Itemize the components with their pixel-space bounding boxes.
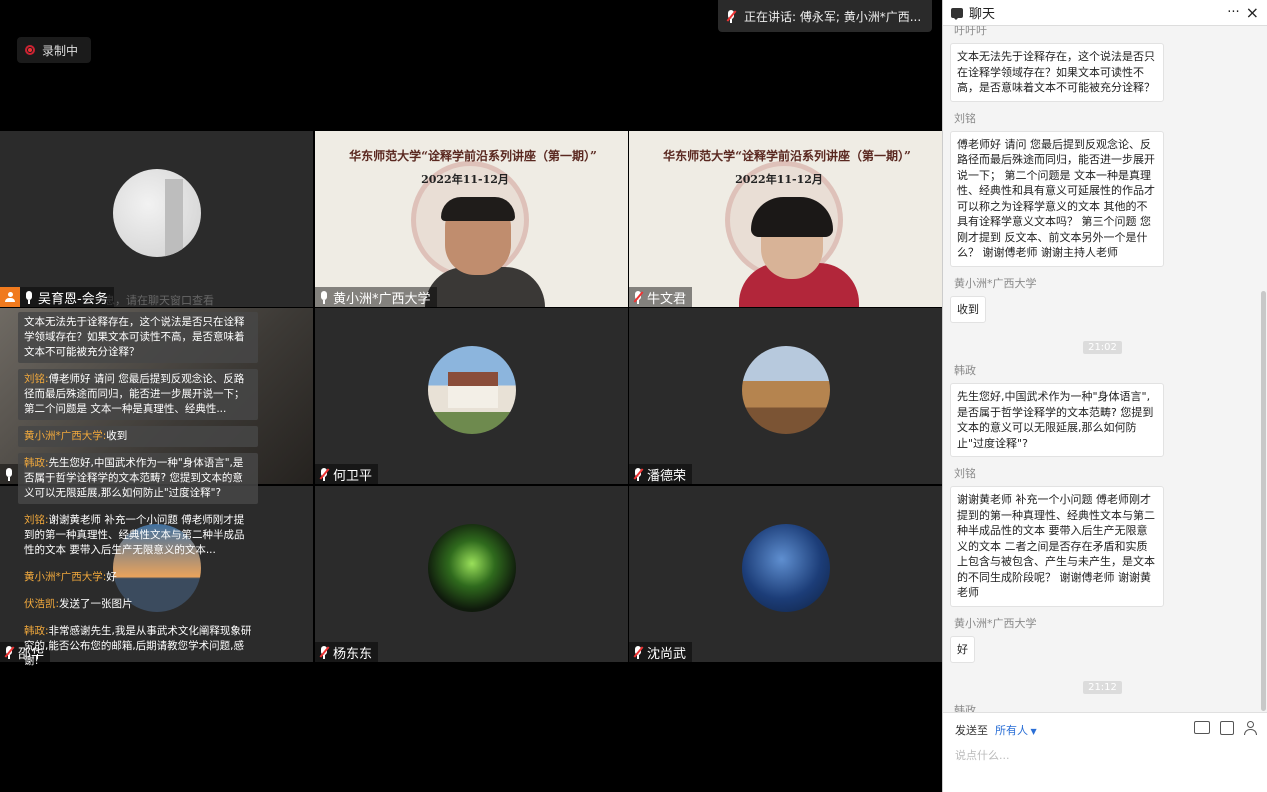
video-tile[interactable]: 杨东东 <box>315 486 628 662</box>
nametag: 黄小洲*广西大学 <box>315 287 437 307</box>
overlay-message: 刘铭:傅老师好 请问 您最后提到反观念论、反路径而最后殊途而同归，能否进一步展开… <box>18 369 258 420</box>
slide-date: 2022年11-12月 <box>735 173 823 186</box>
message-bubble: 傅老师好 请问 您最后提到反观念论、反路径而最后殊途而同归，能否进一步展开说一下… <box>950 130 1164 267</box>
avatar <box>742 524 830 612</box>
overlay-message: 伏浩凯:发送了一张图片 <box>24 598 133 610</box>
participant-name: 吴育恩-会务 <box>38 291 108 307</box>
avatar <box>428 524 516 612</box>
message-sender: 吁吁吁 <box>954 26 987 37</box>
video-area: 录制中 正在讲话: 傅永军; 黄小洲*广西... 息，请在聊天窗口查看 吴育恩-… <box>0 0 942 792</box>
overlay-message: 黄小洲*广西大学:收到 <box>18 426 258 447</box>
avatar <box>428 346 516 434</box>
overlay-chat: 文本无法先于诠释存在，这个说法是否只在诠释学领域存在？如果文本可读性不高，是否意… <box>18 312 258 678</box>
video-tile[interactable]: 沈尚武 <box>629 486 942 662</box>
recording-label: 录制中 <box>42 43 79 58</box>
screenshot-icon[interactable] <box>1220 721 1234 735</box>
send-to-value[interactable]: 所有人 <box>995 724 1028 737</box>
participant-name: 牛文君 <box>647 291 687 307</box>
slide-title: 华东师范大学“诠释学前沿系列讲座（第一期）” <box>349 149 597 163</box>
chat-title: 聊天 <box>969 7 996 22</box>
message-timestamp: 21:12 <box>950 675 1255 694</box>
user-icon[interactable] <box>1244 721 1262 735</box>
speaker-video <box>425 197 545 307</box>
mic-icon <box>24 290 34 304</box>
folder-icon[interactable] <box>1194 721 1210 734</box>
overlay-message: 韩政:先生您好,中国武术作为一种"身体语言",是否属于哲学诠释学的文本范畴? 您… <box>18 453 258 504</box>
nametag: 何卫平 <box>315 464 379 484</box>
video-tile[interactable]: 何卫平 <box>315 308 628 484</box>
mic-icon <box>319 290 329 304</box>
more-options-button[interactable]: ··· <box>1227 5 1239 20</box>
overlay-message: 黄小洲*广西大学:好 <box>24 571 117 583</box>
message-sender: 黄小洲*广西大学 <box>954 616 1037 630</box>
participant-name: 潘德荣 <box>647 468 687 484</box>
participant-name: 沈尚武 <box>647 646 687 662</box>
send-to-label: 发送至 <box>955 724 988 737</box>
message-bubble: 先生您好,中国武术作为一种"身体语言",是否属于哲学诠释学的文本范畴? 您提到文… <box>950 383 1164 457</box>
overlay-message: 文本无法先于诠释存在，这个说法是否只在诠释学领域存在？如果文本可读性不高，是否意… <box>18 312 258 363</box>
chat-compose: 发送至 所有人 ▼ 说点什么... <box>943 712 1267 792</box>
nametag: 沈尚武 <box>629 642 693 662</box>
participant-name: 杨东东 <box>333 646 373 662</box>
message-bubble: 文本无法先于诠释存在，这个说法是否只在诠释学领域存在？如果文本可读性不高，是否意… <box>950 43 1164 102</box>
record-icon <box>25 45 35 55</box>
message-sender: 韩政 <box>954 364 976 377</box>
overlay-message: 韩政:非常感谢先生,我是从事武术文化阐释现象研究的,能否公布您的邮箱,后期请教您… <box>24 625 252 667</box>
chat-icon <box>951 7 963 20</box>
video-tile[interactable]: 华东师范大学“诠释学前沿系列讲座（第一期）” 2022年11-12月 黄小洲*广… <box>315 131 628 307</box>
nametag: 潘德荣 <box>629 464 693 484</box>
mic-off-icon <box>633 290 644 304</box>
nametag: 杨东东 <box>315 642 379 662</box>
avatar <box>113 169 201 257</box>
message-timestamp: 21:02 <box>950 335 1255 354</box>
message-sender: 韩政 <box>954 704 976 712</box>
message-input[interactable]: 说点什么... <box>955 747 1010 763</box>
slide-date: 2022年11-12月 <box>421 173 509 186</box>
message-sender: 刘铭 <box>954 111 976 125</box>
chat-message-list[interactable]: 吁吁吁 文本无法先于诠释存在，这个说法是否只在诠释学领域存在？如果文本可读性不高… <box>943 26 1261 712</box>
chat-panel: 聊天 ··· × 吁吁吁 文本无法先于诠释存在，这个说法是否只在诠释学领域存在？… <box>942 0 1267 792</box>
mic-off-icon <box>633 467 644 481</box>
slide-title: 华东师范大学“诠释学前沿系列讲座（第一期）” <box>663 149 911 163</box>
tile-hint: 息，请在聊天窗口查看 <box>104 294 214 307</box>
mic-off-icon <box>319 467 330 481</box>
host-icon <box>0 287 20 307</box>
message-sender: 刘铭 <box>954 467 976 480</box>
speaker-video <box>739 197 859 307</box>
nametag: 牛文君 <box>629 287 693 307</box>
mic-off-icon <box>633 645 644 659</box>
mic-off-icon <box>319 645 330 659</box>
recording-indicator[interactable]: 录制中 <box>17 37 91 63</box>
nametag: 吴育恩-会务 <box>0 287 114 307</box>
scrollbar-thumb[interactable] <box>1261 291 1266 711</box>
send-to-selector[interactable]: 发送至 所有人 ▼ <box>955 722 1037 738</box>
message-bubble: 收到 <box>950 295 986 323</box>
mic-off-icon <box>726 9 737 23</box>
participant-name: 何卫平 <box>333 468 373 484</box>
speaking-indicator: 正在讲话: 傅永军; 黄小洲*广西... <box>718 0 932 32</box>
chevron-down-icon: ▼ <box>1028 727 1037 736</box>
scrollbar[interactable] <box>1260 26 1267 712</box>
video-tile[interactable]: 息，请在聊天窗口查看 吴育恩-会务 <box>0 131 313 307</box>
message-bubble: 好 <box>950 635 975 663</box>
mic-icon <box>4 467 14 481</box>
video-tile[interactable]: 潘德荣 <box>629 308 942 484</box>
speaking-label: 正在讲话: 傅永军; 黄小洲*广西... <box>744 9 922 24</box>
meeting-window: 录制中 正在讲话: 傅永军; 黄小洲*广西... 息，请在聊天窗口查看 吴育恩-… <box>0 0 1267 792</box>
mic-off-icon <box>4 645 15 659</box>
avatar <box>742 346 830 434</box>
close-button[interactable]: × <box>1246 3 1259 22</box>
chat-header: 聊天 ··· × <box>943 0 1267 26</box>
message-sender: 黄小洲*广西大学 <box>954 276 1037 290</box>
compose-toolbar <box>1194 721 1262 735</box>
message-bubble: 谢谢黄老师 补充一个小问题 傅老师刚才提到的第一种真理性、经典性文本与第二种半成… <box>950 486 1164 607</box>
video-tile[interactable]: 华东师范大学“诠释学前沿系列讲座（第一期）” 2022年11-12月 牛文君 <box>629 131 942 307</box>
overlay-message: 刘铭:谢谢黄老师 补充一个小问题 傅老师刚才提到的第一种真理性、经典性文本与第二… <box>24 514 245 556</box>
participant-name: 黄小洲*广西大学 <box>333 291 431 307</box>
